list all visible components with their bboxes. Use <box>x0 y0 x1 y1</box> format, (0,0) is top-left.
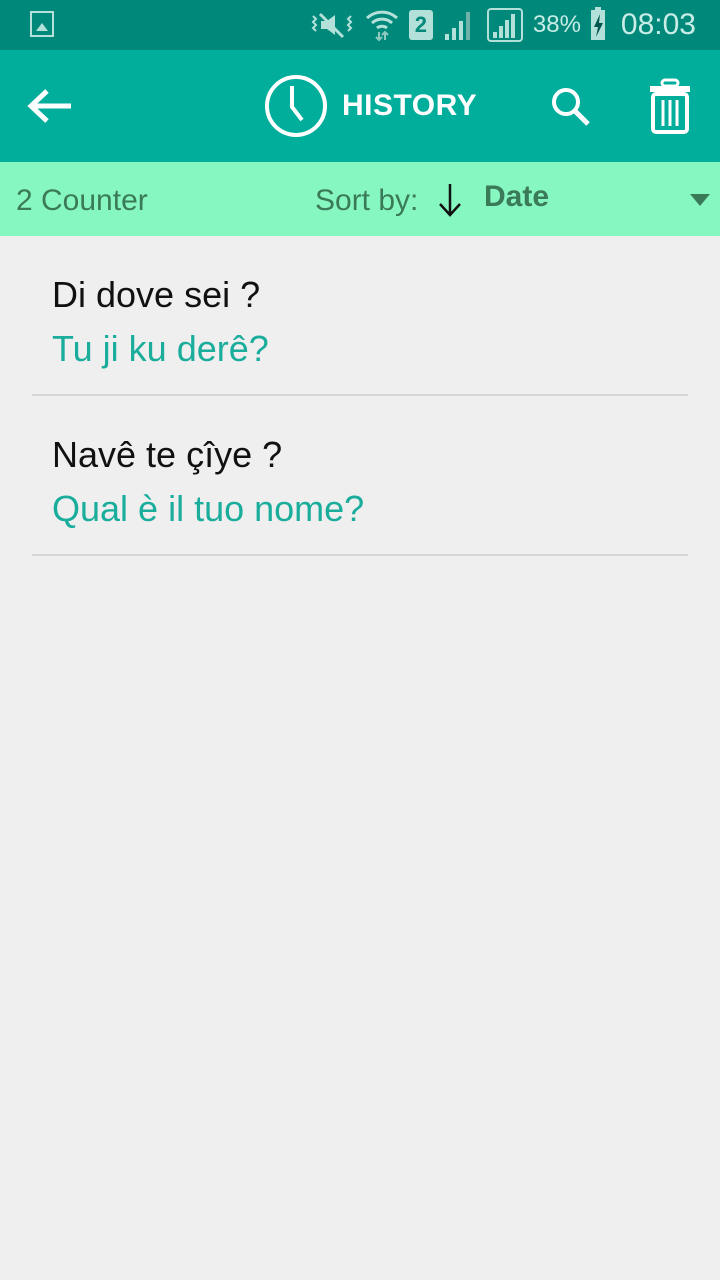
battery-charging-icon <box>590 7 605 40</box>
search-button[interactable] <box>548 84 594 130</box>
sort-select[interactable]: Date <box>484 180 549 214</box>
sort-label: Sort by: <box>315 184 419 217</box>
history-item[interactable]: Di dove sei ? Tu ji ku derê? <box>32 236 688 396</box>
signal-icon <box>443 8 477 42</box>
back-arrow-icon <box>27 89 71 123</box>
sort-direction-arrow-icon[interactable] <box>436 182 464 218</box>
sort-bar: 2 Counter Sort by: Date <box>0 162 720 236</box>
status-bar: 2 38% 08:03 <box>0 0 720 50</box>
source-text: Di dove sei ? <box>52 274 261 315</box>
history-counter: 2 Counter <box>16 184 148 217</box>
dropdown-arrow-icon[interactable] <box>690 194 710 206</box>
delete-all-button[interactable] <box>644 78 696 134</box>
history-item[interactable]: Navê te çîye ? Qual è il tuo nome? <box>32 396 688 556</box>
clock-time: 08:03 <box>620 8 696 41</box>
translation-text: Tu ji ku derê? <box>52 328 269 369</box>
clock-icon <box>265 75 327 137</box>
wifi-icon <box>365 8 399 42</box>
history-list: Di dove sei ? Tu ji ku derê? Navê te çîy… <box>0 236 720 556</box>
trash-icon <box>650 78 690 134</box>
translation-text: Qual è il tuo nome? <box>52 488 365 529</box>
search-icon <box>552 88 590 126</box>
page-title: HISTORY <box>342 89 478 122</box>
back-button[interactable] <box>24 80 76 132</box>
sim-2-icon: 2 <box>408 10 433 40</box>
battery-percent: 38% <box>532 11 581 38</box>
signal-full-icon <box>486 8 523 42</box>
gallery-icon <box>30 11 54 37</box>
page-title-group: HISTORY <box>264 74 477 138</box>
app-bar: HISTORY <box>0 50 720 162</box>
source-text: Navê te çîye ? <box>52 434 283 475</box>
vibrate-mute-icon <box>309 10 355 40</box>
